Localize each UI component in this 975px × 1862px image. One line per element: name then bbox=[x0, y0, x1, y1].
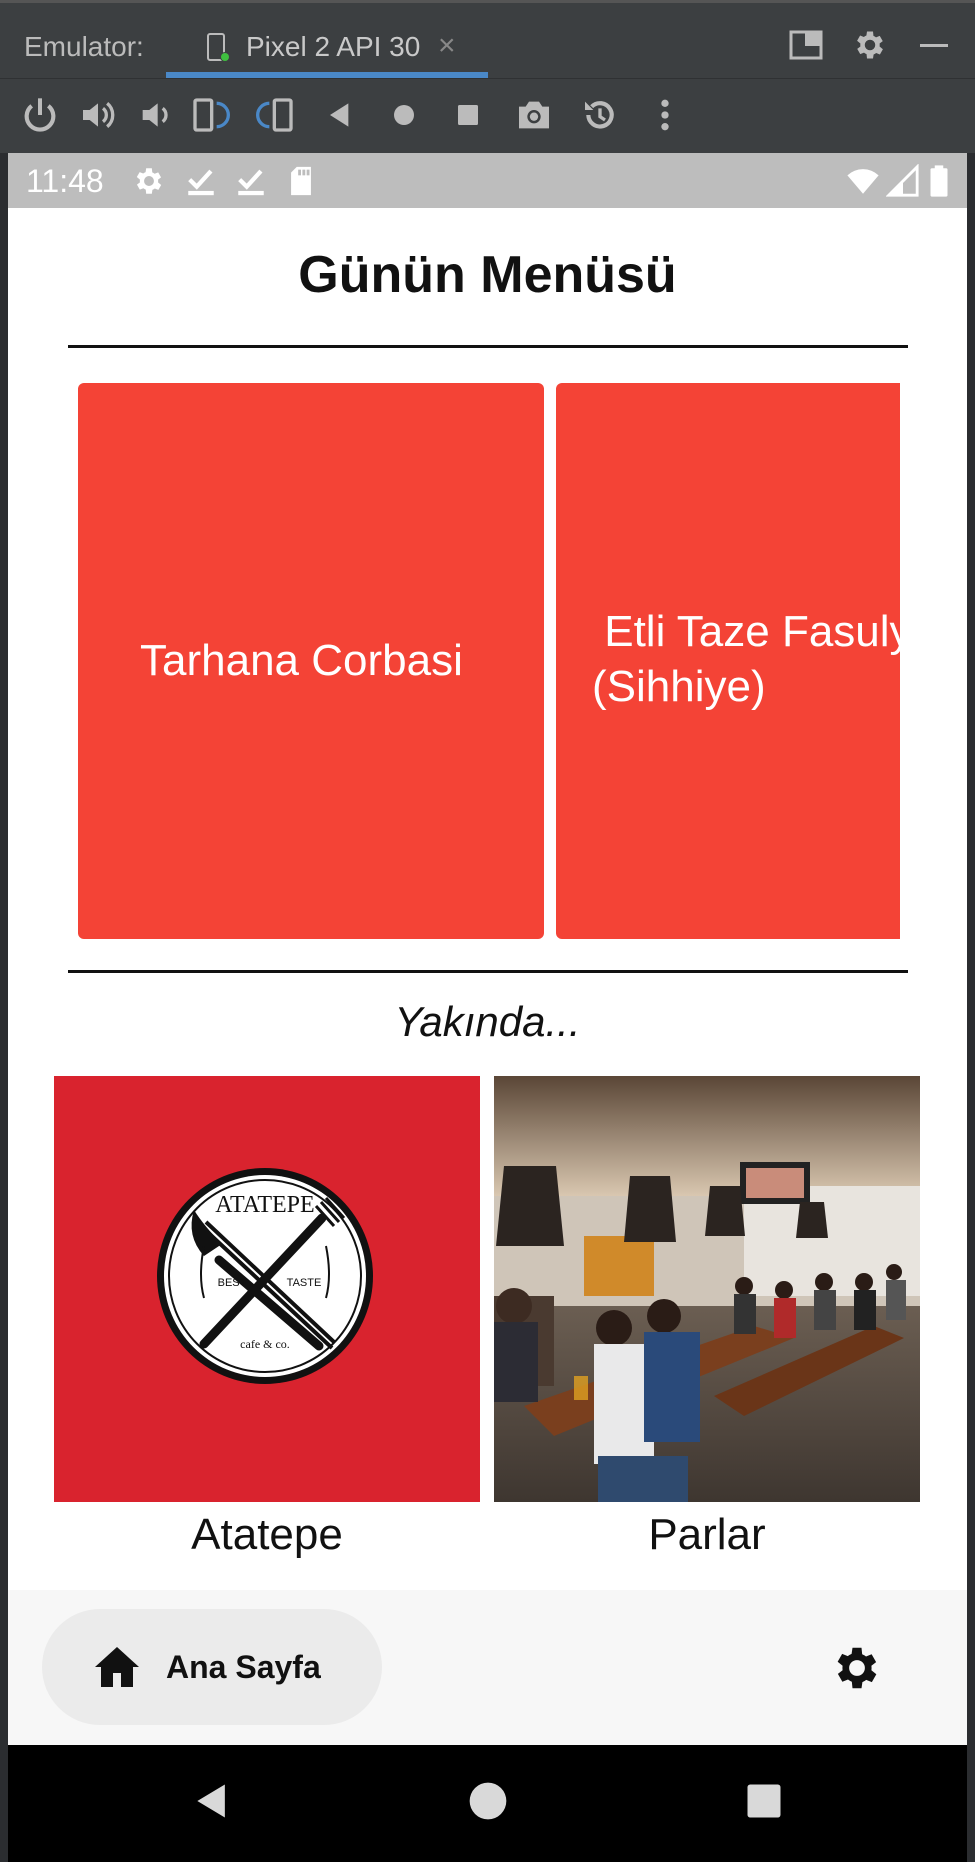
back-icon[interactable] bbox=[320, 95, 360, 135]
menu-card[interactable]: Tarhana Corbasi bbox=[78, 383, 544, 939]
close-icon[interactable]: × bbox=[438, 29, 456, 63]
place-card-parlar[interactable]: Parlar bbox=[494, 1076, 920, 1560]
more-icon[interactable] bbox=[645, 95, 685, 135]
status-bar: 11:48 bbox=[8, 153, 967, 208]
home-icon bbox=[95, 1647, 139, 1687]
emulator-toolbar bbox=[0, 78, 975, 153]
home-button-icon[interactable] bbox=[466, 1779, 510, 1823]
battery-icon bbox=[930, 165, 948, 197]
place-name: Parlar bbox=[648, 1510, 766, 1559]
tab-pixel-2-api-30[interactable]: Pixel 2 API 30 × bbox=[166, 3, 488, 78]
coming-soon-label: Yakında... bbox=[394, 998, 581, 1045]
sd-card-icon bbox=[291, 166, 311, 196]
gear-icon[interactable] bbox=[830, 1641, 884, 1695]
atatepe-logo: ATATEPE BEST TASTE cafe & co. bbox=[157, 1168, 373, 1384]
middle-divider bbox=[68, 970, 908, 973]
device-screen: 11:48 Günün Menüsü Tarhana Corbasi Etli bbox=[8, 153, 967, 1862]
nav-home-button[interactable]: Ana Sayfa bbox=[42, 1609, 382, 1725]
rotate-right-icon[interactable] bbox=[256, 95, 296, 135]
menu-item-name-line2: (Sihhiye) bbox=[592, 662, 766, 711]
volume-up-icon[interactable] bbox=[78, 95, 118, 135]
menu-card[interactable]: Etli Taze Fasulye (Sihhiye) bbox=[556, 383, 900, 939]
window-mode-icon[interactable] bbox=[788, 27, 824, 63]
device-icon bbox=[207, 33, 230, 62]
status-time: 11:48 bbox=[26, 163, 104, 199]
snapshot-icon[interactable] bbox=[580, 95, 620, 135]
logo-text-top: ATATEPE bbox=[215, 1192, 314, 1218]
atatepe-logo-image: ATATEPE BEST TASTE cafe & co. bbox=[54, 1076, 480, 1502]
emulator-label: Emulator: bbox=[24, 31, 144, 62]
bottom-navigation: Ana Sayfa bbox=[8, 1590, 967, 1745]
place-name: Atatepe bbox=[191, 1510, 343, 1559]
gear-icon[interactable] bbox=[852, 27, 888, 63]
signal-icon bbox=[886, 164, 919, 197]
menu-carousel[interactable]: Tarhana Corbasi Etli Taze Fasulye (Sihhi… bbox=[78, 383, 900, 939]
parlar-photo bbox=[494, 1076, 920, 1502]
logo-text-bottom: cafe & co. bbox=[240, 1337, 290, 1351]
back-icon[interactable] bbox=[190, 1779, 234, 1823]
overview-icon[interactable] bbox=[742, 1779, 786, 1823]
emulator-tab-bar: Emulator: Pixel 2 API 30 × bbox=[0, 0, 975, 78]
system-navigation-bar bbox=[8, 1745, 967, 1862]
check-icon bbox=[238, 169, 264, 196]
tab-title: Pixel 2 API 30 bbox=[246, 31, 421, 62]
logo-text-left: BEST bbox=[218, 1277, 247, 1289]
top-divider bbox=[68, 345, 908, 348]
overview-icon[interactable] bbox=[448, 95, 488, 135]
nav-home-label: Ana Sayfa bbox=[166, 1649, 321, 1685]
menu-item-name: Etli Taze Fasulye bbox=[604, 607, 900, 656]
page-title: Günün Menüsü bbox=[298, 246, 677, 304]
check-icon bbox=[188, 169, 214, 196]
wifi-icon bbox=[847, 169, 879, 194]
camera-icon[interactable] bbox=[514, 95, 554, 135]
menu-item-name: Tarhana Corbasi bbox=[140, 636, 463, 685]
rotate-left-icon[interactable] bbox=[190, 95, 230, 135]
logo-text-right: TASTE bbox=[287, 1277, 322, 1289]
minimize-icon[interactable] bbox=[916, 27, 952, 63]
settings-icon bbox=[136, 168, 162, 194]
place-card-atatepe[interactable]: ATATEPE BEST TASTE cafe & co. Atatepe bbox=[54, 1076, 480, 1560]
power-icon[interactable] bbox=[20, 95, 60, 135]
home-icon[interactable] bbox=[384, 95, 424, 135]
volume-down-icon[interactable] bbox=[136, 95, 176, 135]
